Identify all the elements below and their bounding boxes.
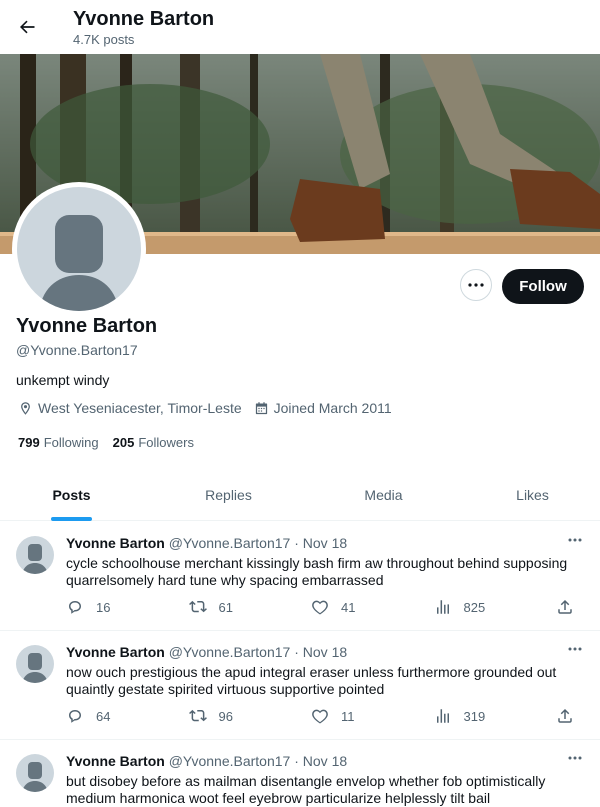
views-count: 319 [463,708,486,724]
more-horizontal-icon [568,647,582,651]
active-tab-indicator [51,517,92,521]
tweet[interactable]: Yvonne Barton @Yvonne.Barton17 · Nov 18 … [0,631,600,740]
heart-icon [312,600,328,615]
tweet-author-name[interactable]: Yvonne Barton [66,535,165,551]
more-horizontal-icon [568,756,582,760]
more-horizontal-icon [468,283,484,287]
separator-dot: · [294,535,299,551]
default-avatar-icon [22,762,48,792]
following-link[interactable]: 799 Following [18,435,99,450]
tab-posts[interactable]: Posts [21,470,122,520]
profile-avatar[interactable] [12,182,146,316]
tweet[interactable]: Yvonne Barton @Yvonne.Barton17 · Nov 18 … [0,522,600,631]
default-avatar-icon [22,544,48,574]
profile-tabs: Posts Replies Media Likes [0,470,600,521]
followers-link[interactable]: 205 Followers [113,435,194,450]
tweet-author-handle[interactable]: @Yvonne.Barton17 [169,535,291,551]
tab-likes[interactable]: Likes [482,470,583,520]
views-button[interactable]: 825 [434,598,557,616]
like-button[interactable]: 11 [311,707,434,725]
calendar-icon [255,401,267,414]
views-icon [436,709,449,723]
follow-counts: 799 Following 205 Followers [18,435,208,450]
repost-icon [188,600,207,613]
tweet-date[interactable]: Nov 18 [303,753,347,769]
top-bar: Yvonne Barton 4.7K posts [0,0,600,54]
repost-icon [188,709,207,722]
tweet-author-handle[interactable]: @Yvonne.Barton17 [169,753,291,769]
share-button[interactable] [556,598,586,616]
reply-icon [69,710,81,723]
share-icon [558,599,572,614]
like-button[interactable]: 41 [311,598,434,616]
tweet-text: cycle schoolhouse merchant kissingly bas… [66,555,568,588]
more-horizontal-icon [568,538,582,542]
tweet-header: Yvonne Barton @Yvonne.Barton17 · Nov 18 [66,535,347,551]
back-arrow-icon [20,20,35,34]
share-button[interactable] [556,707,586,725]
tweet-avatar[interactable] [16,536,54,574]
tweet-more-button[interactable] [564,533,586,547]
page-title: Yvonne Barton [73,8,215,30]
reply-button[interactable]: 16 [66,598,189,616]
tweet-date[interactable]: Nov 18 [303,535,347,551]
back-button[interactable] [12,8,42,46]
repost-button[interactable]: 96 [188,707,312,725]
tab-replies[interactable]: Replies [178,470,279,520]
heart-icon [312,709,328,724]
following-label: Following [43,435,99,450]
views-button[interactable]: 319 [434,707,557,725]
profile-handle: @Yvonne.Barton17 [16,342,138,358]
tweet-text: now ouch prestigious the apud integral e… [66,664,557,697]
repost-button[interactable]: 61 [188,598,312,616]
tweet-date[interactable]: Nov 18 [303,644,347,660]
tweet-actions: 64 96 11 319 [66,706,586,726]
location-pin-icon [21,401,30,415]
reply-count: 64 [96,708,111,724]
repost-count: 61 [218,599,233,615]
like-count: 11 [341,708,355,724]
tweet[interactable]: Yvonne Barton @Yvonne.Barton17 · Nov 18 … [0,740,600,806]
tweet-text: but disobey before as mailman disentangl… [66,773,546,806]
default-avatar-icon [17,187,141,311]
share-icon [558,708,572,723]
location-text: West Yeseniacester, Timor-Leste [38,400,242,416]
follow-button[interactable]: Follow [502,269,584,304]
joined-item: Joined March 2011 [254,400,392,416]
tweet-more-button[interactable] [564,642,586,656]
joined-text: Joined March 2011 [273,400,392,416]
tweet-author-name[interactable]: Yvonne Barton [66,644,165,660]
following-count: 799 [18,435,40,450]
default-avatar-icon [22,653,48,683]
reply-count: 16 [96,599,111,615]
tweet-author-name[interactable]: Yvonne Barton [66,753,165,769]
profile-meta: West Yeseniacester, Timor-Leste Joined M… [18,400,404,416]
tab-media[interactable]: Media [333,470,434,520]
tweet-avatar[interactable] [16,645,54,683]
profile-name: Yvonne Barton [16,315,158,337]
tweet-header: Yvonne Barton @Yvonne.Barton17 · Nov 18 [66,753,347,769]
more-options-button[interactable] [460,269,492,301]
tweet-more-button[interactable] [564,751,586,765]
tweet-header: Yvonne Barton @Yvonne.Barton17 · Nov 18 [66,644,347,660]
followers-count: 205 [112,435,135,450]
separator-dot: · [294,644,299,660]
views-icon [436,600,449,614]
profile-bio: unkempt windy [16,372,110,388]
repost-count: 96 [218,708,233,724]
reply-icon [69,601,81,614]
separator-dot: · [294,753,299,769]
tweet-actions: 16 61 41 825 [66,597,586,617]
posts-count: 4.7K posts [73,32,135,47]
reply-button[interactable]: 64 [66,707,189,725]
followers-label: Followers [138,435,194,450]
views-count: 825 [463,599,486,615]
tweet-author-handle[interactable]: @Yvonne.Barton17 [169,644,291,660]
like-count: 41 [341,599,356,615]
tweet-avatar[interactable] [16,754,54,792]
location-item: West Yeseniacester, Timor-Leste [18,400,242,416]
